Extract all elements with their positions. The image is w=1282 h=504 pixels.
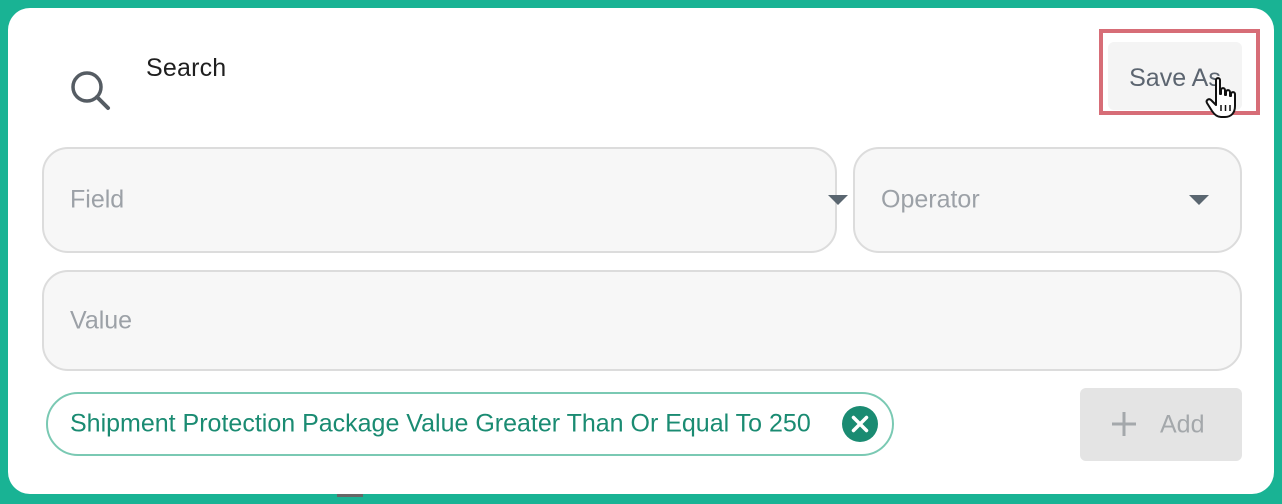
filter-chip-label: Shipment Protection Package Value Greate… [70, 409, 811, 438]
operator-placeholder: Operator [881, 185, 980, 214]
resize-handle [337, 494, 363, 497]
panel-title: Search [146, 54, 227, 82]
close-icon[interactable] [842, 406, 878, 442]
filter-chip: Shipment Protection Package Value Greate… [46, 392, 894, 456]
search-icon [71, 71, 110, 110]
field-select[interactable]: Field [42, 147, 848, 253]
close-icon-glyph [851, 415, 869, 433]
operator-select[interactable]: Operator [853, 147, 1242, 253]
field-placeholder: Field [70, 185, 125, 214]
plus-icon [1112, 412, 1136, 436]
add-button-label: Add [1160, 410, 1205, 438]
value-input[interactable]: Value [42, 270, 1242, 371]
chevron-down-icon [828, 195, 848, 205]
value-placeholder: Value [70, 306, 133, 334]
add-button[interactable]: Add [1080, 388, 1242, 461]
save-as-button[interactable]: Save As [1108, 42, 1242, 110]
chevron-down-icon [1189, 195, 1209, 205]
